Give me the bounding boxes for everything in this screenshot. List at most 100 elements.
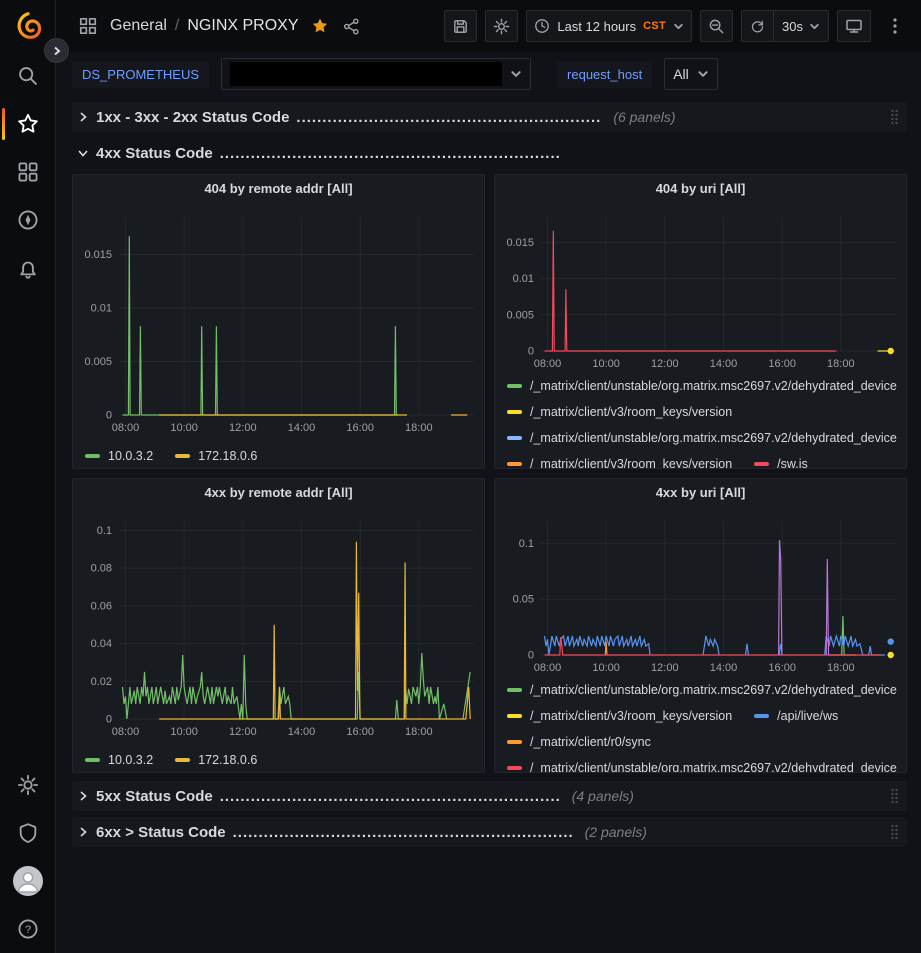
page-title[interactable]: NGINX PROXY [187, 17, 298, 35]
refresh-button[interactable] [742, 11, 773, 41]
share-icon[interactable] [343, 18, 360, 35]
legend-item[interactable]: /_matrix/client/v3/room_keys/version [507, 709, 732, 723]
star-icon [17, 113, 39, 135]
time-series-chart[interactable]: 00.050.108:0010:0012:0014:0016:0018:00 [495, 507, 906, 677]
row-1xx-3xx-2xx[interactable]: 1xx - 3xx - 2xx Status Code ............… [72, 102, 907, 132]
time-series-chart[interactable]: 00.020.040.060.080.108:0010:0012:0014:00… [73, 507, 484, 741]
panel-404-by-remote-addr: 404 by remote addr [All] 00.0050.010.015… [72, 174, 485, 469]
zoom-out-time-button[interactable] [700, 10, 733, 42]
panel-chart: 00.0050.010.01508:0010:0012:0014:0016:00… [73, 203, 484, 437]
legend-item[interactable]: /_matrix/client/r0/sync [507, 735, 651, 749]
dashboard-settings-button[interactable] [485, 10, 518, 42]
svg-text:12:00: 12:00 [229, 422, 257, 434]
sidebar-item-profile[interactable] [0, 857, 55, 905]
row-6xx[interactable]: 6xx > Status Code ......................… [72, 817, 907, 847]
avatar [13, 866, 43, 896]
panel-title[interactable]: 4xx by remote addr [All] [73, 479, 484, 507]
legend-row: /_matrix/client/r0/sync [507, 729, 906, 755]
legend-item[interactable]: /_matrix/client/unstable/org.matrix.msc2… [507, 431, 897, 445]
panel-4xx-by-remote-addr: 4xx by remote addr [All] 00.020.040.060.… [72, 478, 485, 773]
series-name: /_matrix/client/unstable/org.matrix.msc2… [530, 761, 897, 773]
chevron-right-icon [76, 789, 90, 803]
panel-legend: /_matrix/client/unstable/org.matrix.msc2… [495, 677, 906, 773]
legend-row: 10.0.3.2 172.18.0.6 [85, 747, 484, 773]
series-color-swatch [175, 454, 190, 458]
legend-item[interactable]: /_matrix/client/v3/room_keys/version [507, 457, 732, 469]
legend-item[interactable]: 10.0.3.2 [85, 753, 153, 767]
legend-item[interactable]: /_matrix/client/unstable/org.matrix.msc2… [507, 761, 897, 773]
panel-title[interactable]: 404 by uri [All] [495, 175, 906, 203]
panel-title[interactable]: 4xx by uri [All] [495, 479, 906, 507]
time-series-chart[interactable]: 00.0050.010.01508:0010:0012:0014:0016:00… [495, 203, 906, 373]
legend-row: /_matrix/client/unstable/org.matrix.msc2… [507, 373, 906, 399]
legend-row: /_matrix/client/v3/room_keys/version/sw.… [507, 451, 906, 469]
save-dashboard-button[interactable] [444, 10, 477, 42]
row-panel-count: (4 panels) [572, 788, 634, 804]
svg-text:10:00: 10:00 [170, 726, 198, 738]
chevron-down-icon [673, 21, 684, 32]
gear-icon [493, 18, 510, 35]
refresh-interval-dropdown[interactable]: 30s [773, 11, 828, 41]
legend-item[interactable]: 172.18.0.6 [175, 449, 257, 463]
panel-legend: 10.0.3.2 172.18.0.6 [73, 437, 484, 469]
sidebar-item-starred[interactable] [0, 100, 55, 148]
legend-item[interactable]: /sw.js [754, 457, 808, 469]
legend-item[interactable]: /api/live/ws [754, 709, 838, 723]
row-panel-count: (6 panels) [613, 109, 675, 125]
sidebar-item-explore[interactable] [0, 196, 55, 244]
time-range-picker[interactable]: Last 12 hours CST [526, 10, 692, 42]
panel-title[interactable]: 404 by remote addr [All] [73, 175, 484, 203]
kebab-menu-button[interactable] [879, 10, 911, 42]
chevron-down-icon [510, 68, 522, 80]
datasource-value-redacted [230, 62, 502, 86]
row-5xx[interactable]: 5xx Status Code ........................… [72, 781, 907, 811]
series-color-swatch [175, 758, 190, 762]
shield-icon [17, 822, 39, 844]
time-series-chart[interactable]: 00.0050.010.01508:0010:0012:0014:0016:00… [73, 203, 484, 437]
request-host-select[interactable]: All [664, 58, 718, 90]
legend-row: /_matrix/client/unstable/org.matrix.msc2… [507, 425, 906, 451]
sidebar-item-configuration[interactable] [0, 761, 55, 809]
timezone-badge: CST [643, 20, 666, 32]
refresh-group: 30s [741, 10, 829, 42]
series-name: 172.18.0.6 [198, 753, 257, 767]
series-name: /_matrix/client/v3/room_keys/version [530, 709, 732, 723]
breadcrumb-folder[interactable]: General [110, 17, 167, 35]
kebab-icon [893, 18, 897, 34]
sidebar-item-alerting[interactable] [0, 244, 55, 292]
svg-text:18:00: 18:00 [405, 726, 433, 738]
variable-label-datasource: DS_PROMETHEUS [72, 61, 209, 88]
sidebar-item-server-admin[interactable] [0, 809, 55, 857]
series-color-swatch [507, 688, 522, 692]
star-favorite-icon[interactable] [311, 17, 329, 35]
time-range-label: Last 12 hours [557, 19, 636, 34]
row-4xx[interactable]: 4xx Status Code ........................… [72, 138, 907, 168]
svg-text:0.015: 0.015 [506, 237, 534, 249]
breadcrumb-separator: / [175, 17, 179, 35]
series-name: 10.0.3.2 [108, 449, 153, 463]
datasource-select[interactable] [221, 58, 531, 90]
row-drag-handle[interactable] [888, 107, 901, 127]
sidebar-expand-button[interactable] [44, 38, 69, 63]
chevron-right-icon [76, 825, 90, 839]
legend-item[interactable]: 172.18.0.6 [175, 753, 257, 767]
series-name: 10.0.3.2 [108, 753, 153, 767]
sidebar-item-help[interactable]: ? [0, 905, 55, 953]
panel-404-by-uri: 404 by uri [All] 00.0050.010.01508:0010:… [494, 174, 907, 469]
panel-chart: 00.050.108:0010:0012:0014:0016:0018:00 [495, 507, 906, 677]
legend-item[interactable]: /_matrix/client/unstable/org.matrix.msc2… [507, 683, 897, 697]
dashboard-content: DS_PROMETHEUS request_host All 1xx - 3xx… [56, 52, 921, 953]
legend-row: /_matrix/client/unstable/org.matrix.msc2… [507, 755, 906, 773]
legend-item[interactable]: 10.0.3.2 [85, 449, 153, 463]
svg-text:16:00: 16:00 [768, 662, 796, 674]
svg-text:14:00: 14:00 [710, 662, 738, 674]
legend-item[interactable]: /_matrix/client/unstable/org.matrix.msc2… [507, 379, 897, 393]
sidebar-item-dashboards[interactable] [0, 148, 55, 196]
tv-mode-button[interactable] [837, 10, 871, 42]
row-drag-handle[interactable] [888, 786, 901, 806]
row-title-dots: ........................................… [296, 109, 601, 126]
row-drag-handle[interactable] [888, 822, 901, 842]
save-icon [452, 18, 469, 35]
svg-text:14:00: 14:00 [288, 422, 316, 434]
legend-item[interactable]: /_matrix/client/v3/room_keys/version [507, 405, 732, 419]
